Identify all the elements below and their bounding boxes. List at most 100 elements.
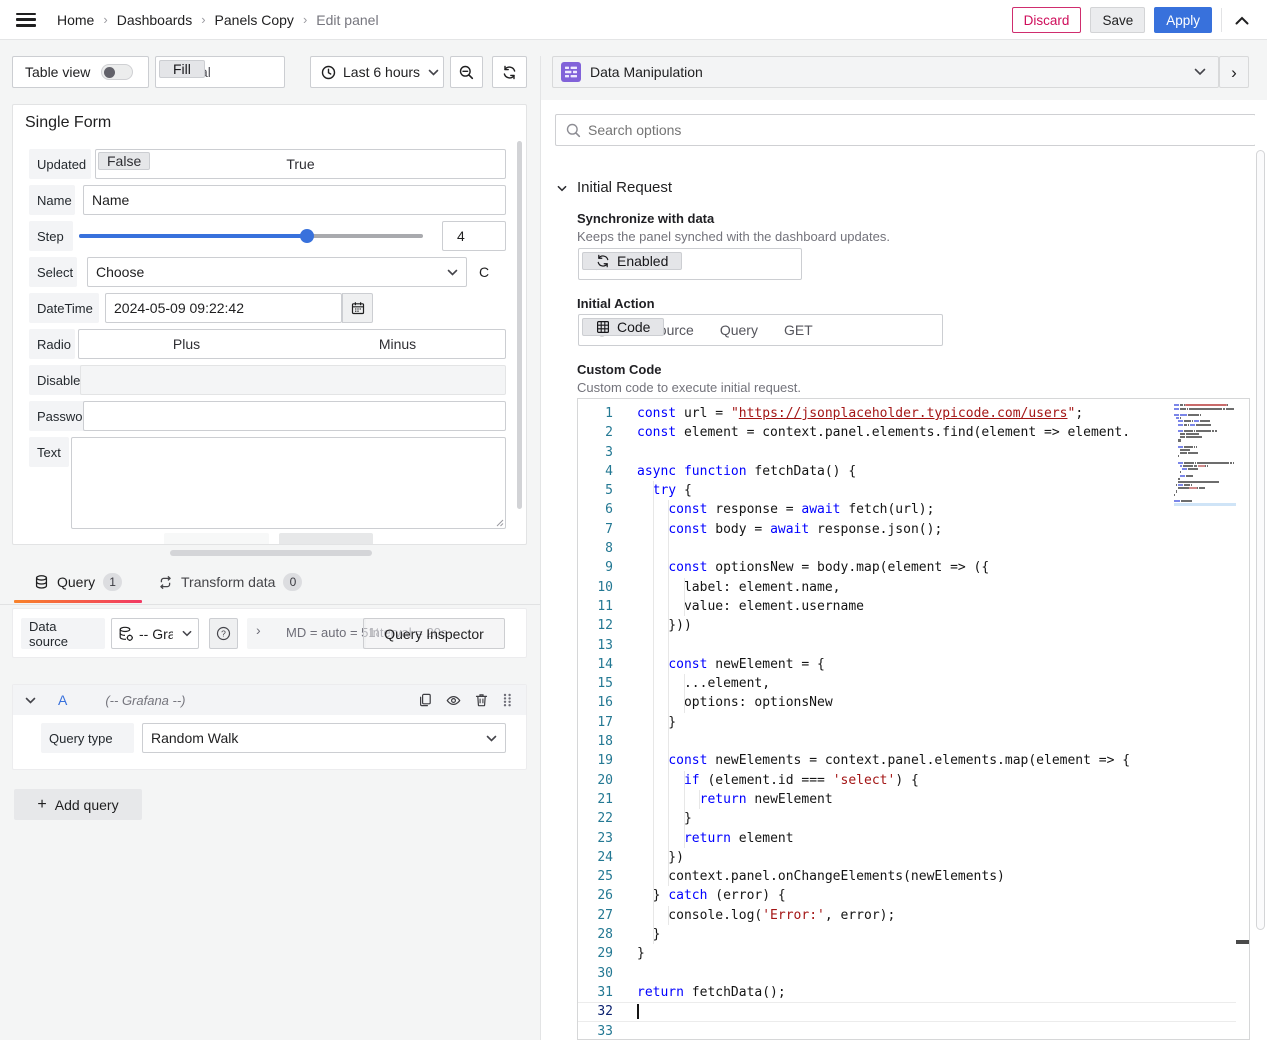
- code-line[interactable]: 29}: [578, 944, 1249, 963]
- fill-option[interactable]: Fill: [159, 60, 205, 78]
- code-line[interactable]: 9 const optionsNew = body.map(element =>…: [578, 558, 1249, 577]
- action-code-option[interactable]: Code: [582, 318, 664, 336]
- query-ref-id[interactable]: A: [58, 692, 67, 708]
- updated-true-option[interactable]: True: [98, 152, 503, 176]
- save-button[interactable]: Save: [1090, 7, 1145, 33]
- select-field-label: Select: [29, 257, 77, 287]
- code-line[interactable]: 11 value: element.username: [578, 597, 1249, 616]
- code-line[interactable]: 15 ...element,: [578, 674, 1249, 693]
- table-view-toggle[interactable]: [101, 64, 133, 80]
- code-line[interactable]: 7 const body = await response.json();: [578, 520, 1249, 539]
- code-line[interactable]: 32: [578, 1002, 1249, 1021]
- code-line[interactable]: 22 }: [578, 809, 1249, 828]
- options-scrollbar-thumb[interactable]: [1256, 150, 1265, 930]
- datetime-input[interactable]: [105, 293, 342, 323]
- chevron-down-icon[interactable]: [25, 697, 36, 704]
- query-row-header[interactable]: A (-- Grafana --): [13, 685, 526, 715]
- code-line[interactable]: 8: [578, 539, 1249, 558]
- datetime-calendar-button[interactable]: [342, 293, 373, 323]
- menu-icon[interactable]: [16, 13, 36, 27]
- delete-query-trash-icon[interactable]: [475, 693, 488, 707]
- panel-type-selector[interactable]: Data Manipulation: [552, 56, 1219, 88]
- code-line[interactable]: 19 const newElements = context.panel.ele…: [578, 751, 1249, 770]
- password-input[interactable]: [83, 401, 506, 431]
- select-value: Choose: [96, 264, 144, 280]
- search-options-input[interactable]: [588, 122, 1255, 138]
- code-line[interactable]: 25 context.panel.onChangeElements(newEle…: [578, 867, 1249, 886]
- tab-transform-data[interactable]: Transform data 0: [158, 573, 302, 591]
- form-submit-button-partial[interactable]: [164, 533, 269, 545]
- code-line[interactable]: 24 }): [578, 848, 1249, 867]
- code-line[interactable]: 26 } catch (error) {: [578, 886, 1249, 905]
- query-inspector-button[interactable]: Query Inspector: [363, 618, 505, 649]
- step-slider-thumb[interactable]: [300, 229, 314, 243]
- collapse-header-button[interactable]: [1231, 12, 1253, 29]
- code-line[interactable]: 5 try {: [578, 481, 1249, 500]
- text-textarea[interactable]: [71, 437, 506, 529]
- form-vertical-scrollbar[interactable]: [517, 141, 522, 509]
- code-line[interactable]: 27 console.log('Error:', error);: [578, 906, 1249, 925]
- query-type-value: Random Walk: [151, 730, 238, 746]
- radio-minus-option[interactable]: Minus: [292, 332, 503, 356]
- tab-query[interactable]: Query 1: [34, 573, 122, 591]
- line-number: 7: [578, 520, 637, 539]
- datasource-help-button[interactable]: ?: [209, 618, 238, 649]
- discard-button[interactable]: Discard: [1012, 7, 1082, 33]
- breadcrumb-dashboards[interactable]: Dashboards: [117, 12, 193, 28]
- sync-enabled-option[interactable]: Enabled: [582, 252, 682, 270]
- chevron-right-icon: ›: [201, 12, 205, 27]
- transform-icon: [158, 575, 173, 590]
- apply-button[interactable]: Apply: [1154, 7, 1212, 33]
- line-number: 9: [578, 558, 637, 577]
- minimap[interactable]: [1174, 404, 1236, 524]
- editor-overview-ruler[interactable]: [1236, 399, 1249, 1039]
- refresh-button[interactable]: [492, 56, 527, 88]
- code-line[interactable]: 3: [578, 443, 1249, 462]
- code-line[interactable]: 12 })): [578, 616, 1249, 635]
- time-zoom-out-button[interactable]: [450, 56, 483, 88]
- chevron-right-icon: ›: [1231, 64, 1237, 81]
- form-horizontal-scrollbar[interactable]: [170, 550, 372, 556]
- action-query-option[interactable]: Query: [707, 318, 771, 342]
- options-scrollbar-track[interactable]: [1255, 100, 1267, 1040]
- code-line[interactable]: 14 const newElement = {: [578, 655, 1249, 674]
- name-input[interactable]: [83, 185, 506, 215]
- hide-query-eye-icon[interactable]: [446, 694, 461, 707]
- section-collapse-chevron-icon[interactable]: [557, 185, 567, 192]
- breadcrumb-home[interactable]: Home: [57, 12, 94, 28]
- section-title-initial-request[interactable]: Initial Request: [577, 179, 672, 196]
- drag-handle-icon[interactable]: [502, 693, 512, 707]
- datasource-picker[interactable]: -- Gra: [111, 618, 199, 649]
- sync-with-data-label: Synchronize with data: [577, 211, 714, 226]
- updated-false-option[interactable]: False: [98, 152, 150, 170]
- code-editor[interactable]: 1const url = "https://jsonplaceholder.ty…: [577, 398, 1250, 1040]
- code-line[interactable]: 28 }: [578, 925, 1249, 944]
- resize-handle-icon[interactable]: [495, 518, 504, 527]
- code-line[interactable]: 16 options: optionsNew: [578, 693, 1249, 712]
- duplicate-query-icon[interactable]: [418, 693, 432, 707]
- code-line[interactable]: 2const element = context.panel.elements.…: [578, 423, 1249, 442]
- code-line[interactable]: 17 }: [578, 713, 1249, 732]
- breadcrumb-panels-copy[interactable]: Panels Copy: [215, 12, 294, 28]
- query-type-dropdown[interactable]: Random Walk: [142, 723, 506, 753]
- code-line[interactable]: 10 label: element.name,: [578, 578, 1249, 597]
- code-line[interactable]: 33: [578, 1022, 1249, 1040]
- time-range-picker[interactable]: Last 6 hours: [310, 56, 444, 88]
- code-line[interactable]: 20 if (element.id === 'select') {: [578, 771, 1249, 790]
- code-line[interactable]: 1const url = "https://jsonplaceholder.ty…: [578, 404, 1249, 423]
- code-line[interactable]: 30: [578, 964, 1249, 983]
- code-line[interactable]: 31return fetchData();: [578, 983, 1249, 1002]
- select-dropdown[interactable]: Choose: [87, 257, 467, 287]
- action-get-option[interactable]: GET: [771, 318, 826, 342]
- open-options-pane-button[interactable]: ›: [1219, 56, 1249, 88]
- code-line[interactable]: 23 return element: [578, 829, 1249, 848]
- add-query-button[interactable]: + Add query: [14, 789, 142, 820]
- code-line[interactable]: 4async function fetchData() {: [578, 462, 1249, 481]
- code-line[interactable]: 13: [578, 636, 1249, 655]
- radio-plus-option[interactable]: Plus: [81, 332, 292, 356]
- code-line[interactable]: 6 const response = await fetch(url);: [578, 500, 1249, 519]
- code-line[interactable]: 21 return newElement: [578, 790, 1249, 809]
- step-value-input[interactable]: [442, 221, 506, 251]
- code-line[interactable]: 18: [578, 732, 1249, 751]
- form-reset-button-partial[interactable]: [279, 533, 373, 545]
